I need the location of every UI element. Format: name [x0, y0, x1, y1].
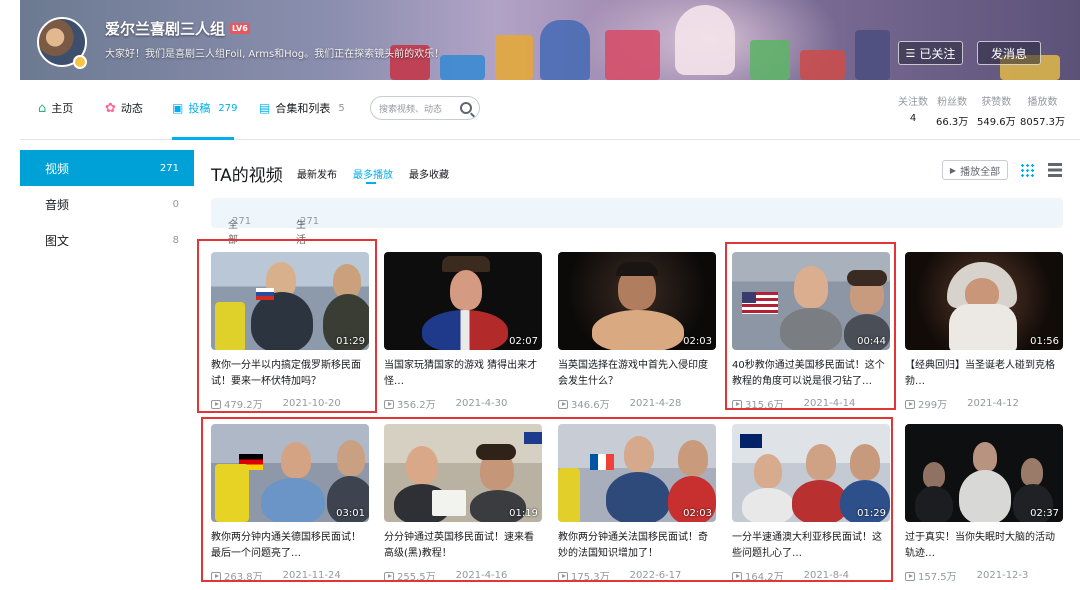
play-icon: ▶: [949, 165, 957, 175]
publish-date: 2021-12-3: [976, 570, 1029, 581]
content-type-sidebar: 视频 271 音频 0 图文 8: [20, 150, 194, 258]
list-view-icon[interactable]: [1048, 163, 1062, 177]
video-card[interactable]: 02:03 当英国选择在游戏中首先入侵印度会发生什么？ 346.6万 2021-4…: [558, 252, 716, 411]
video-icon: ▣: [172, 101, 184, 115]
video-thumbnail[interactable]: 02:03: [558, 252, 716, 350]
play-count-icon: [558, 400, 568, 409]
stat-plays: 播放数 8057.3万: [1020, 97, 1065, 128]
highlight-box: [725, 242, 896, 410]
sidebar-item-article[interactable]: 图文 8: [20, 222, 194, 258]
signature: 大家好！我们是喜剧三人组Foil, Arms和Hog。我们正在探索镜头前的欢乐！: [105, 49, 445, 60]
highlight-box: [201, 417, 893, 582]
video-card[interactable]: 02:37 过于真实！当你失眠时大脑的活动轨迹… 157.5万 2021-12-3: [905, 424, 1063, 583]
play-count-icon: [905, 572, 915, 581]
page-title: TA的视频: [211, 166, 283, 186]
play-count: 299万: [905, 396, 947, 411]
sort-most-played[interactable]: 最多播放: [353, 166, 393, 181]
play-count-icon: [384, 400, 394, 409]
video-card[interactable]: 02:07 当国家玩猜国家的游戏 猜得出来才怪… 356.2万 2021-4-30: [384, 252, 542, 411]
video-title[interactable]: 当英国选择在游戏中首先入侵印度会发生什么？: [558, 358, 716, 390]
level-badge: LV6: [230, 23, 250, 34]
stat-likes: 获赞数 549.6万: [977, 97, 1016, 128]
video-thumbnail[interactable]: 02:37: [905, 424, 1063, 522]
sort-latest[interactable]: 最新发布: [297, 166, 337, 181]
video-title[interactable]: 过于真实！当你失眠时大脑的活动轨迹…: [905, 530, 1063, 562]
grid-view-icon[interactable]: [1020, 163, 1034, 177]
username: 爱尔兰喜剧三人组: [105, 20, 226, 38]
menu-icon: ☰: [905, 46, 916, 60]
play-count-icon: [905, 400, 915, 409]
publish-date: 2021-4-28: [629, 398, 682, 409]
tab-collections[interactable]: ▤ 合集和列表 5: [259, 100, 345, 116]
stat-following[interactable]: 关注数 4: [898, 93, 928, 124]
sidebar-item-audio[interactable]: 音频 0: [20, 186, 194, 222]
tab-dynamic[interactable]: ✿ 动态: [105, 100, 143, 116]
verified-badge-icon: [73, 55, 87, 69]
tab-home[interactable]: ⌂ 主页: [38, 100, 73, 116]
stat-fans[interactable]: 粉丝数 66.3万: [936, 93, 968, 128]
profile-banner: [20, 0, 1080, 80]
publish-date: 2021-4-12: [967, 398, 1019, 409]
space-nav: ⌂ 主页 ✿ 动态 ▣ 投稿 279 ▤ 合集和列表 5 搜索视频、动态 关注数…: [20, 80, 1080, 140]
search-icon[interactable]: [460, 102, 472, 114]
dynamic-icon: ✿: [105, 100, 116, 116]
video-card[interactable]: 01:56 【经典回归】当圣诞老人碰到克格勃… 299万 2021-4-12: [905, 252, 1063, 411]
send-message-button[interactable]: 发消息: [977, 41, 1041, 65]
sort-active-indicator: [366, 182, 376, 184]
search-input[interactable]: 搜索视频、动态: [370, 96, 480, 120]
play-count: 356.2万: [384, 396, 436, 411]
video-title[interactable]: 【经典回归】当圣诞老人碰到克格勃…: [905, 358, 1063, 390]
sort-most-favorited[interactable]: 最多收藏: [409, 166, 449, 181]
play-count: 346.6万: [558, 396, 610, 411]
play-all-button[interactable]: ▶ 播放全部: [942, 160, 1008, 180]
tab-uploads[interactable]: ▣ 投稿 279: [172, 100, 237, 116]
video-title[interactable]: 当国家玩猜国家的游戏 猜得出来才怪…: [384, 358, 542, 390]
publish-date: 2021-4-30: [455, 398, 508, 409]
video-thumbnail[interactable]: 01:56: [905, 252, 1063, 350]
followed-button[interactable]: ☰ 已关注: [898, 41, 963, 65]
active-tab-indicator: [172, 137, 234, 140]
sidebar-item-video[interactable]: 视频 271: [20, 150, 194, 186]
space-page: 爱尔兰喜剧三人组 LV6 大家好！我们是喜剧三人组Foil, Arms和Hog。…: [0, 0, 1080, 590]
play-count: 157.5万: [905, 568, 957, 583]
category-filter-bar: 全部 271 生活 271: [211, 198, 1063, 246]
collection-icon: ▤: [259, 101, 271, 115]
highlight-box: [197, 239, 377, 413]
home-icon: ⌂: [38, 100, 47, 116]
video-thumbnail[interactable]: 02:07: [384, 252, 542, 350]
